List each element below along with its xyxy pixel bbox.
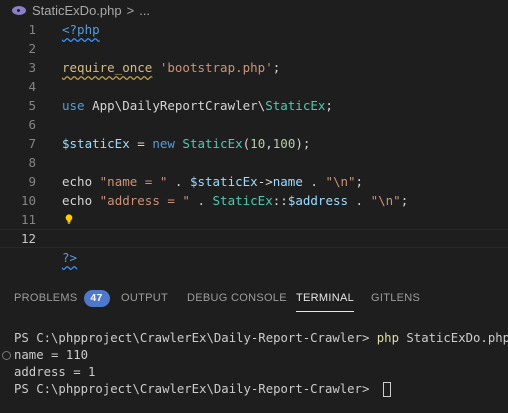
- terminal-line: PS C:\phpproject\CrawlerEx\Daily-Report-…: [14, 329, 508, 347]
- code-text: $staticEx = new StaticEx(10,100);: [62, 136, 311, 151]
- terminal-prompt: PS C:\phpproject\CrawlerEx\Daily-Report-…: [14, 331, 377, 345]
- code-line: 7 $staticEx = new StaticEx(10,100);: [0, 134, 508, 153]
- terminal-circle-icon[interactable]: [2, 351, 11, 360]
- code-line: 3 require_once 'bootstrap.php';: [0, 58, 508, 77]
- tab-gitlens[interactable]: GITLENS: [371, 285, 420, 311]
- panel-tab-bar: PROBLEMS 47 OUTPUT DEBUG CONSOLE TERMINA…: [0, 285, 508, 312]
- terminal-line: name = 110: [14, 346, 88, 364]
- breadcrumb-more[interactable]: ...: [139, 3, 150, 18]
- tab-gitlens-label: GITLENS: [371, 292, 421, 304]
- tab-terminal-label: TERMINAL: [296, 292, 355, 304]
- code-text: require_once 'bootstrap.php';: [62, 60, 281, 75]
- code-line: 5 use App\DailyReportCrawler\StaticEx;: [0, 96, 508, 115]
- breadcrumb-separator: >: [126, 2, 135, 18]
- terminal-output: name = 110: [14, 348, 89, 362]
- line-number: 6: [28, 117, 36, 132]
- code-text: echo "address = " . StaticEx::$address .…: [62, 193, 409, 208]
- code-text: <?php: [62, 22, 100, 37]
- line-number: 2: [28, 41, 36, 56]
- code-line: 6: [0, 115, 508, 134]
- code-text: ?>: [62, 250, 78, 265]
- code-line: 8: [0, 153, 508, 172]
- problems-count-badge: 47: [83, 289, 110, 307]
- tab-problems[interactable]: PROBLEMS 47: [14, 285, 110, 311]
- line-number: 9: [28, 174, 36, 189]
- tab-output-label: OUTPUT: [121, 292, 169, 304]
- terminal-command-arg: StaticExDo.php: [398, 331, 508, 345]
- tab-debug-console[interactable]: DEBUG CONSOLE: [187, 285, 287, 311]
- terminal-command: php: [376, 331, 399, 345]
- line-number: 4: [28, 79, 36, 94]
- tab-problems-label: PROBLEMS: [14, 292, 78, 304]
- line-number: 5: [28, 98, 36, 113]
- tab-debug-console-label: DEBUG CONSOLE: [187, 292, 287, 304]
- terminal[interactable]: PS C:\phpproject\CrawlerEx\Daily-Report-…: [0, 325, 508, 413]
- terminal-cursor: [382, 381, 391, 397]
- breadcrumb: StaticExDo.php > ...: [0, 0, 508, 20]
- terminal-output: address = 1: [14, 365, 96, 379]
- code-line: 10 echo "address = " . StaticEx::$addres…: [0, 191, 508, 210]
- code-text: echo "name = " . $staticEx->name . "\n";: [62, 174, 364, 189]
- line-number: 10: [20, 193, 36, 208]
- code-editor[interactable]: 1 <?php 2 3 require_once 'bootstrap.php'…: [0, 20, 508, 268]
- code-line: ?>: [0, 248, 508, 267]
- line-number: 1: [28, 22, 36, 37]
- code-line: 9 echo "name = " . $staticEx->name . "\n…: [0, 172, 508, 191]
- code-line: 12: [0, 229, 508, 248]
- code-text: use App\DailyReportCrawler\StaticEx;: [62, 98, 333, 113]
- breadcrumb-file[interactable]: StaticExDo.php: [32, 3, 122, 18]
- line-number: 12: [20, 231, 36, 246]
- code-line: 1 <?php: [0, 20, 508, 39]
- line-number: 7: [28, 136, 36, 151]
- code-line: 11: [0, 210, 508, 229]
- line-number: 11: [20, 212, 36, 227]
- terminal-prompt: PS C:\phpproject\CrawlerEx\Daily-Report-…: [14, 382, 377, 396]
- code-line: 2: [0, 39, 508, 58]
- lightbulb-icon[interactable]: [64, 214, 74, 224]
- line-number: 8: [28, 155, 36, 170]
- php-file-icon: [12, 5, 26, 15]
- terminal-line: PS C:\phpproject\CrawlerEx\Daily-Report-…: [14, 380, 391, 398]
- code-line: 4: [0, 77, 508, 96]
- tab-output[interactable]: OUTPUT: [121, 285, 168, 311]
- terminal-line: address = 1: [14, 363, 95, 381]
- tab-terminal[interactable]: TERMINAL: [296, 285, 355, 312]
- line-number: 3: [28, 60, 36, 75]
